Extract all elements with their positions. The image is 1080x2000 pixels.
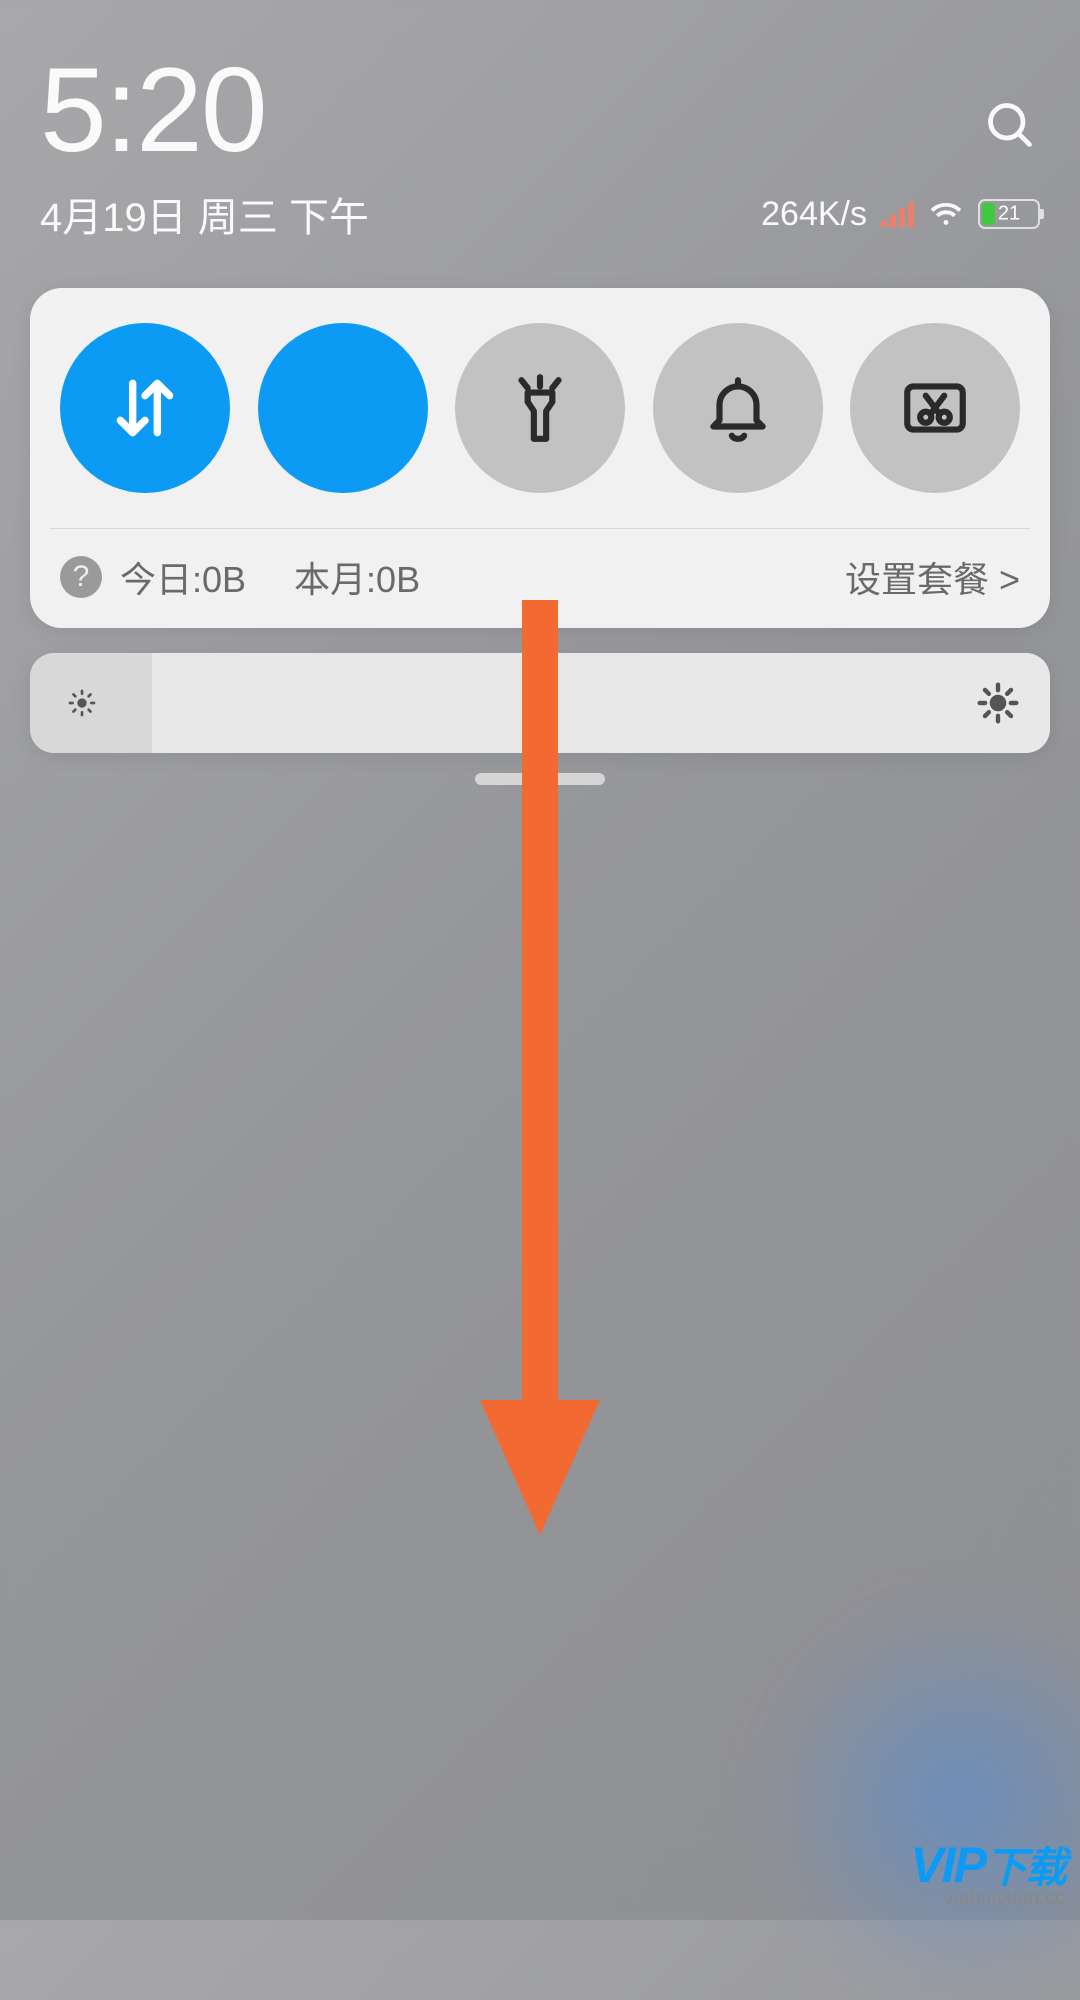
- help-icon[interactable]: ?: [60, 556, 102, 598]
- flashlight-icon: [503, 371, 577, 445]
- network-speed: 264K/s: [761, 195, 867, 234]
- wifi-icon: [306, 371, 380, 445]
- battery-fill: [982, 203, 995, 225]
- data-month: 本月:0B: [294, 551, 420, 603]
- toggle-screenshot[interactable]: [850, 323, 1020, 493]
- header-bottom-row: 4月19日 周三 下午 264K/s 21: [40, 185, 1040, 243]
- watermark-logo: VIP下载: [910, 1834, 1065, 1895]
- data-usage-row: ? 今日:0B 本月:0B 设置套餐 >: [60, 551, 1020, 603]
- toggle-silent[interactable]: [653, 323, 823, 493]
- panel-drag-handle[interactable]: [475, 773, 605, 785]
- cellular-signal-icon: [881, 200, 914, 228]
- toggle-flashlight[interactable]: [455, 323, 625, 493]
- data-plan-link[interactable]: 设置套餐 >: [845, 551, 1020, 603]
- battery-indicator: 21: [978, 199, 1040, 229]
- toggle-mobile-data[interactable]: [60, 323, 230, 493]
- brightness-low-icon: [60, 681, 104, 725]
- toggle-wifi[interactable]: [258, 323, 428, 493]
- brightness-slider[interactable]: [30, 653, 1050, 753]
- quick-settings-panel: ? 今日:0B 本月:0B 设置套餐 >: [30, 288, 1050, 628]
- bell-icon: [701, 371, 775, 445]
- notification-header: 5:20 4月19日 周三 下午 264K/s 21: [0, 0, 1080, 263]
- search-button[interactable]: [980, 95, 1040, 155]
- watermark: VIP下载 viphuiyuan.cc: [910, 1834, 1065, 1910]
- scissors-screen-icon: [898, 371, 972, 445]
- data-swap-icon: [108, 371, 182, 445]
- toggle-row: [60, 323, 1020, 493]
- search-icon: [984, 99, 1036, 151]
- status-bar: 264K/s 21: [761, 194, 1040, 235]
- watermark-url: viphuiyuan.cc: [944, 1887, 1065, 1910]
- date-text: 4月19日 周三 下午: [40, 185, 369, 243]
- data-today: 今日:0B: [120, 551, 246, 603]
- header-top-row: 5:20: [40, 50, 1040, 170]
- clock-time: 5:20: [40, 50, 266, 170]
- wifi-status-icon: [928, 194, 964, 235]
- battery-percent: 21: [998, 203, 1020, 226]
- background-blur: [760, 1600, 1080, 2000]
- panel-divider: [50, 528, 1030, 529]
- brightness-high-icon: [976, 681, 1020, 725]
